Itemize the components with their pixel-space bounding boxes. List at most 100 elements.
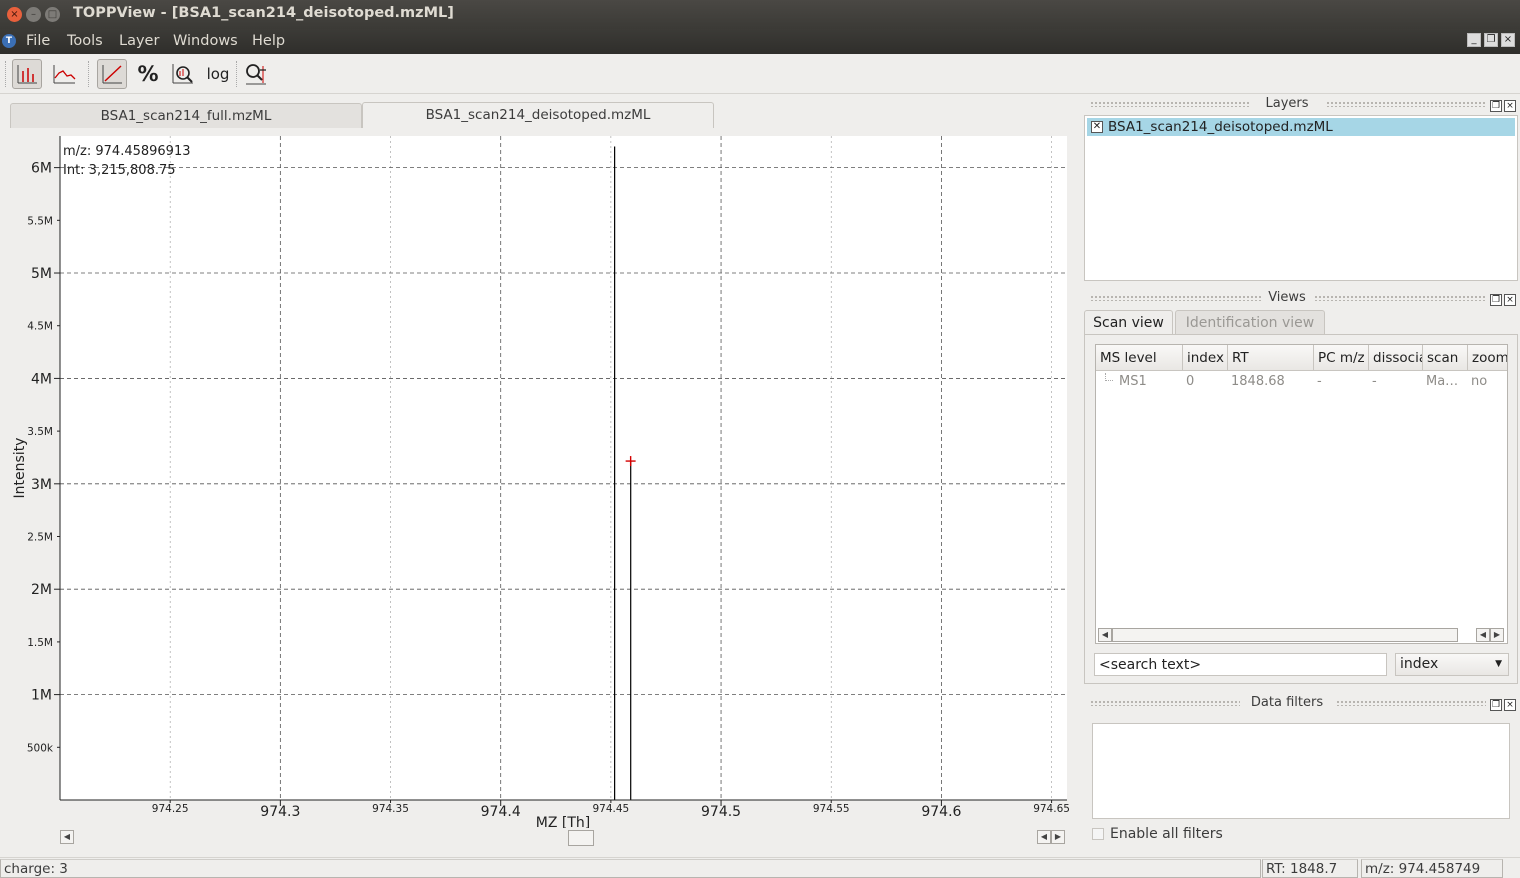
column-index[interactable]: index	[1183, 345, 1228, 371]
spectrum-canvas[interactable]: 974.3 974.4 974.5 974.6 974.25 974.35 974.45 97…	[0, 128, 1072, 831]
tab-identification-view[interactable]: Identification view	[1175, 310, 1325, 335]
cell-zoom: no	[1471, 374, 1488, 389]
y-tick-label: 3M	[31, 477, 52, 493]
mdi-close-icon[interactable]: ×	[1501, 33, 1515, 47]
x-tick-label: 974.4	[481, 804, 521, 820]
dock-grip[interactable]	[1090, 700, 1240, 706]
layer-name: BSA1_scan214_deisotoped.mzML	[1108, 119, 1333, 135]
y-tick-label: 6M	[31, 161, 52, 177]
enable-filters-label: Enable all filters	[1110, 826, 1223, 842]
x-tick-label: 974.25	[152, 803, 189, 815]
menu-layer[interactable]: Layer	[119, 33, 159, 49]
search-input[interactable]	[1094, 653, 1387, 676]
x-tick-label: 974.45	[593, 803, 630, 815]
document-tab-bar: BSA1_scan214_full.mzML BSA1_scan214_deis…	[10, 102, 1070, 128]
percentage-intensity-button[interactable]: %	[133, 59, 163, 89]
column-ms-level[interactable]: MS level	[1096, 345, 1183, 371]
scroll-left-end-icon[interactable]: ◀	[1037, 830, 1051, 844]
status-charge: charge: 3	[0, 859, 1261, 878]
float-icon[interactable]: ❐	[1490, 699, 1502, 711]
layers-dock-title: Layers	[1265, 96, 1309, 111]
table-horizontal-scrollbar[interactable]: ◀ ◀ ▶	[1098, 628, 1506, 642]
spectrum-plot[interactable]: 974.3 974.4 974.5 974.6 974.25 974.35 974.45 97…	[0, 128, 1072, 856]
line-mode-button[interactable]	[49, 59, 79, 89]
tab-scan214-full[interactable]: BSA1_scan214_full.mzML	[10, 103, 362, 128]
minimize-icon[interactable]: –	[26, 7, 41, 22]
status-mz: m/z: 974.458749	[1361, 859, 1503, 878]
scan-table[interactable]: MS level index RT PC m/z dissociation sc…	[1095, 344, 1508, 644]
y-tick-label: 1.5M	[27, 637, 53, 649]
x-tick-label: 974.6	[921, 804, 961, 820]
tab-scan214-deisotoped[interactable]: BSA1_scan214_deisotoped.mzML	[362, 102, 714, 128]
layers-list[interactable]: ✕ BSA1_scan214_deisotoped.mzML	[1084, 115, 1518, 281]
dock-grip[interactable]	[1314, 295, 1486, 301]
menu-tools[interactable]: Tools	[67, 33, 103, 49]
views-dock-buttons: ❐ ×	[1488, 291, 1516, 306]
column-scan[interactable]: scan	[1423, 345, 1468, 371]
plot-area[interactable]	[60, 136, 1067, 800]
layer-visible-checkbox[interactable]: ✕	[1091, 121, 1103, 133]
scroll-thumb[interactable]	[1112, 628, 1458, 642]
menu-file[interactable]: File	[26, 33, 50, 49]
y-tick-label: 1M	[31, 688, 52, 704]
column-zoom[interactable]: zoom	[1468, 345, 1507, 371]
close-icon[interactable]: ×	[1504, 699, 1516, 711]
float-icon[interactable]: ❐	[1490, 100, 1502, 112]
data-filters-list[interactable]	[1092, 723, 1510, 819]
column-pc-mz[interactable]: PC m/z	[1314, 345, 1369, 371]
dock-grip[interactable]	[1336, 700, 1486, 706]
scroll-left-icon[interactable]: ◀	[60, 830, 74, 844]
toolbar-grip	[5, 61, 7, 87]
scroll-right-icon[interactable]: ▶	[1051, 830, 1065, 844]
window-title: TOPPView - [BSA1_scan214_deisotoped.mzML…	[73, 5, 454, 21]
close-icon[interactable]: ×	[1504, 294, 1516, 306]
scroll-left-icon[interactable]: ◀	[1098, 628, 1112, 642]
scroll-right-icon[interactable]: ▶	[1490, 628, 1504, 642]
toolbar-separator	[88, 61, 90, 87]
filters-dock-buttons: ❐ ×	[1488, 696, 1516, 711]
cell-scan: Ma…	[1426, 374, 1459, 389]
annotate-button[interactable]	[241, 59, 271, 89]
log-intensity-button[interactable]: log	[203, 59, 233, 89]
y-tick-label: 3.5M	[27, 426, 53, 438]
dock-grip[interactable]	[1090, 101, 1250, 107]
toppview-window: × – □ TOPPView - [BSA1_scan214_deisotope…	[0, 0, 1520, 878]
cell-index: 0	[1186, 374, 1195, 389]
y-tick-label: 5M	[31, 266, 52, 282]
menu-help[interactable]: Help	[252, 33, 285, 49]
views-dock-title: Views	[1268, 290, 1306, 305]
snap-intensity-button[interactable]	[168, 59, 198, 89]
peak-mode-icon	[17, 65, 37, 84]
title-bar: × – □ TOPPView - [BSA1_scan214_deisotope…	[0, 0, 1520, 29]
x-tick-label: 974.65	[1033, 803, 1070, 815]
menu-windows[interactable]: Windows	[173, 33, 238, 49]
linear-intensity-button[interactable]	[97, 59, 127, 89]
tree-branch-icon	[1105, 373, 1113, 381]
cell-dissociation: -	[1372, 374, 1377, 389]
column-dissociation[interactable]: dissociation	[1369, 345, 1423, 371]
snap-intensity-icon	[172, 64, 193, 84]
dock-grip[interactable]	[1090, 295, 1262, 301]
enable-filters-checkbox[interactable]	[1092, 828, 1104, 840]
maximize-icon[interactable]: □	[45, 7, 60, 22]
layer-item[interactable]: ✕ BSA1_scan214_deisotoped.mzML	[1087, 118, 1515, 136]
x-tick-label: 974.5	[701, 804, 741, 820]
float-icon[interactable]: ❐	[1490, 294, 1502, 306]
tab-scan-view[interactable]: Scan view	[1084, 310, 1173, 335]
layers-dock-buttons: ❐ ×	[1488, 97, 1516, 112]
plot-horizontal-scrollbar[interactable]: ◀ ◀ ▶	[60, 830, 1067, 846]
peak-mode-button[interactable]	[12, 59, 42, 89]
filters-dock-title: Data filters	[1250, 695, 1324, 710]
status-bar: charge: 3 RT: 1848.7 m/z: 974.458749	[0, 857, 1520, 878]
scroll-left-end-icon[interactable]: ◀	[1476, 628, 1490, 642]
close-icon[interactable]: ×	[7, 7, 22, 22]
mdi-restore-icon[interactable]: ❐	[1484, 33, 1498, 47]
scroll-thumb[interactable]	[568, 830, 594, 846]
mdi-minimize-icon[interactable]: _	[1467, 33, 1481, 47]
x-tick-label: 974.35	[372, 803, 409, 815]
column-rt[interactable]: RT	[1228, 345, 1314, 371]
dock-grip[interactable]	[1326, 101, 1486, 107]
search-field-select[interactable]: index ▼	[1395, 653, 1509, 676]
y-tick-label: 2M	[31, 582, 52, 598]
close-icon[interactable]: ×	[1504, 100, 1516, 112]
